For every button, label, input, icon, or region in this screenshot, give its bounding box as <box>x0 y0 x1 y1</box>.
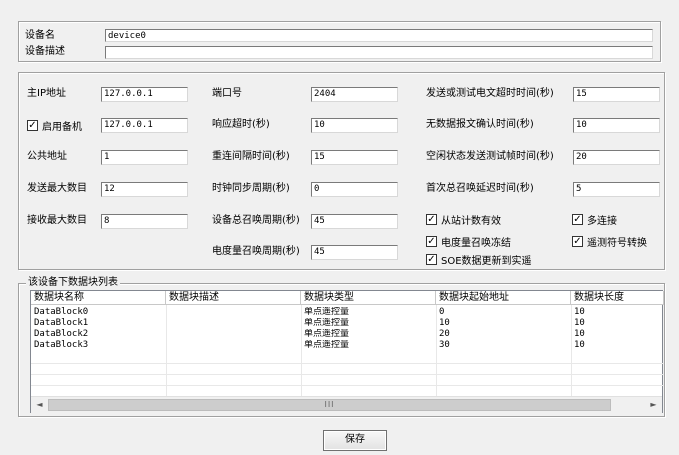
table-row[interactable]: DataBlock2 单点遥控量 20 10 <box>31 329 664 340</box>
backup-label: 启用备机 <box>42 122 82 133</box>
recv-max-label: 接收最大数目 <box>27 215 87 226</box>
no-data-ack-label: 无数据报文确认时间(秒) <box>426 119 534 130</box>
multi-conn-label: 多连接 <box>587 216 617 227</box>
send-test-label: 发送或测试电文超时时间(秒) <box>426 88 554 99</box>
common-addr-input[interactable]: 1 <box>101 150 188 165</box>
slave-count-check-icon[interactable]: ✓ <box>426 214 437 225</box>
horizontal-scrollbar[interactable]: ◄ III ► <box>31 396 662 413</box>
col-header-start[interactable]: 数据块起始地址 <box>436 291 571 305</box>
energy-freeze-checkbox[interactable]: ✓ 电度量召唤冻结 <box>426 234 511 249</box>
slave-count-checkbox[interactable]: ✓ 从站计数有效 <box>426 212 501 227</box>
cell-start: 10 <box>439 318 450 328</box>
table-row[interactable]: DataBlock0 单点遥控量 0 10 <box>31 307 664 318</box>
first-call-delay-label: 首次总召唤延迟时间(秒) <box>426 183 534 194</box>
cell-type: 单点遥控量 <box>304 329 350 339</box>
scroll-right-icon[interactable]: ► <box>645 397 662 413</box>
cell-desc <box>167 307 300 318</box>
cell-type: 单点遥控量 <box>304 318 350 328</box>
reconnect-input[interactable]: 15 <box>311 150 398 165</box>
cell-name: DataBlock1 <box>34 318 89 328</box>
main-ip-input[interactable]: 127.0.0.1 <box>101 87 188 102</box>
clock-sync-input[interactable]: 0 <box>311 182 398 197</box>
multi-conn-checkbox[interactable]: ✓ 多连接 <box>572 212 617 227</box>
clock-sync-label: 时钟同步周期(秒) <box>212 183 290 194</box>
device-desc-label: 设备描述 <box>25 46 65 57</box>
first-call-delay-input[interactable]: 5 <box>573 182 660 197</box>
cell-desc <box>167 340 300 351</box>
cell-desc <box>167 329 300 340</box>
col-header-length[interactable]: 数据块长度 <box>571 291 664 305</box>
scroll-thumb[interactable]: III <box>48 399 611 411</box>
blocks-table[interactable]: 数据块名称 数据块描述 数据块类型 数据块起始地址 数据块长度 DataBloc… <box>30 290 664 413</box>
total-call-input[interactable]: 45 <box>311 214 398 229</box>
backup-ip-input[interactable]: 127.0.0.1 <box>101 118 188 133</box>
cell-type: 单点遥控量 <box>304 340 350 350</box>
col-header-name[interactable]: 数据块名称 <box>31 291 166 305</box>
cell-type: 单点遥控量 <box>304 307 350 317</box>
resp-timeout-input[interactable]: 10 <box>311 118 398 133</box>
common-addr-label: 公共地址 <box>27 151 67 162</box>
energy-call-label: 电度量召唤周期(秒) <box>212 246 300 257</box>
send-max-input[interactable]: 12 <box>101 182 188 197</box>
cell-length: 10 <box>574 340 585 350</box>
cell-name: DataBlock3 <box>34 340 89 350</box>
port-label: 端口号 <box>212 88 242 99</box>
col-header-type[interactable]: 数据块类型 <box>301 291 436 305</box>
soe-update-checkbox[interactable]: ✓ SOE数据更新到实遥 <box>426 252 532 267</box>
cell-start: 0 <box>439 307 445 317</box>
cell-length: 10 <box>574 307 585 317</box>
reconnect-label: 重连间隔时间(秒) <box>212 151 290 162</box>
cell-start: 30 <box>439 340 450 350</box>
table-row[interactable]: DataBlock3 单点遥控量 30 10 <box>31 340 664 351</box>
cell-start: 20 <box>439 329 450 339</box>
backup-check-icon[interactable]: ✓ <box>27 120 38 131</box>
save-button[interactable]: 保存 <box>323 430 387 451</box>
telemetry-sign-checkbox[interactable]: ✓ 遥测符号转换 <box>572 234 647 249</box>
port-input[interactable]: 2404 <box>311 87 398 102</box>
blocks-group-title: 该设备下数据块列表 <box>26 277 120 289</box>
scroll-left-icon[interactable]: ◄ <box>31 397 48 413</box>
idle-test-input[interactable]: 20 <box>573 150 660 165</box>
device-desc-input[interactable] <box>105 46 653 59</box>
cell-desc <box>167 318 300 329</box>
col-header-desc[interactable]: 数据块描述 <box>166 291 301 305</box>
table-row[interactable]: DataBlock1 单点遥控量 10 10 <box>31 318 664 329</box>
telemetry-sign-check-icon[interactable]: ✓ <box>572 236 583 247</box>
device-name-input[interactable]: device0 <box>105 29 653 42</box>
cell-name: DataBlock2 <box>34 329 89 339</box>
resp-timeout-label: 响应超时(秒) <box>212 119 270 130</box>
soe-update-label: SOE数据更新到实遥 <box>441 256 532 267</box>
multi-conn-check-icon[interactable]: ✓ <box>572 214 583 225</box>
cell-name: DataBlock0 <box>34 307 89 317</box>
recv-max-input[interactable]: 8 <box>101 214 188 229</box>
energy-call-input[interactable]: 45 <box>311 245 398 260</box>
cell-length: 10 <box>574 329 585 339</box>
send-max-label: 发送最大数目 <box>27 183 87 194</box>
cell-length: 10 <box>574 318 585 328</box>
energy-freeze-check-icon[interactable]: ✓ <box>426 236 437 247</box>
energy-freeze-label: 电度量召唤冻结 <box>441 238 511 249</box>
no-data-ack-input[interactable]: 10 <box>573 118 660 133</box>
slave-count-label: 从站计数有效 <box>441 216 501 227</box>
device-name-label: 设备名 <box>25 30 55 41</box>
telemetry-sign-label: 遥测符号转换 <box>587 238 647 249</box>
idle-test-label: 空闲状态发送测试帧时间(秒) <box>426 151 554 162</box>
main-ip-label: 主IP地址 <box>27 88 66 99</box>
send-test-input[interactable]: 15 <box>573 87 660 102</box>
backup-checkbox[interactable]: ✓ 启用备机 <box>27 118 82 133</box>
soe-update-check-icon[interactable]: ✓ <box>426 254 437 265</box>
total-call-label: 设备总召唤周期(秒) <box>212 215 300 226</box>
